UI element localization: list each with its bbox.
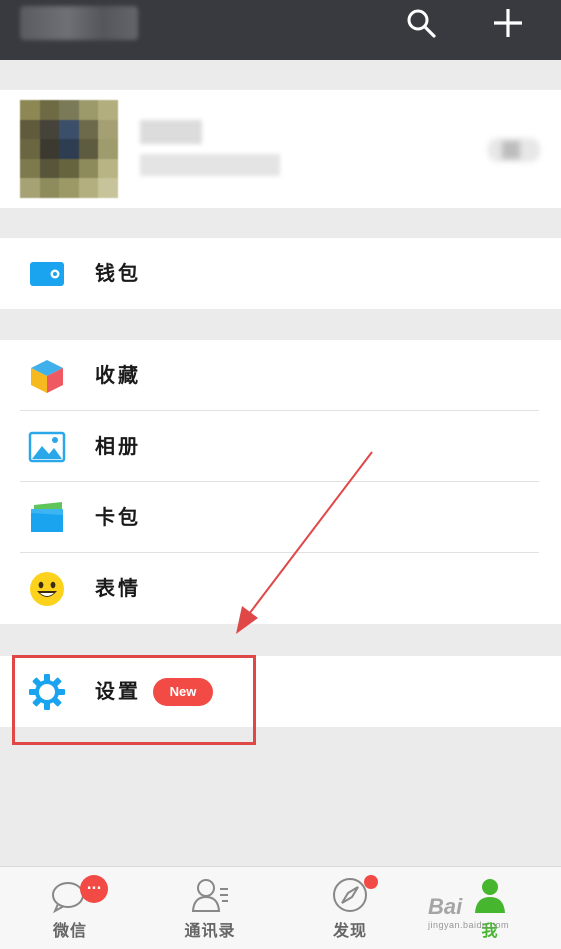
avatar: [20, 100, 118, 198]
wallet-group: 钱包: [0, 238, 561, 309]
top-bar: [0, 0, 561, 60]
plus-icon[interactable]: [491, 6, 525, 40]
tab-label: 微信: [52, 921, 87, 940]
search-icon[interactable]: [404, 6, 438, 40]
page-title-blurred: [20, 6, 138, 40]
menu-item-label: 表情: [95, 576, 141, 600]
watermark-text: Bai: [428, 894, 463, 919]
qr-code-icon[interactable]: [488, 138, 540, 162]
unread-badge: ...: [80, 875, 108, 903]
contacts-icon: [191, 879, 228, 912]
menu-item-label: 相册: [95, 434, 141, 458]
tab-chats[interactable]: ... 微信: [20, 867, 120, 949]
watermark-url: jingyan.baidu.com: [428, 920, 510, 930]
menu-item-cards[interactable]: 卡包: [0, 482, 561, 553]
menu-item-stickers[interactable]: 表情: [0, 553, 561, 624]
smiley-icon: [28, 570, 66, 608]
menu-item-album[interactable]: 相册: [0, 411, 561, 482]
menu-item-favorites[interactable]: 收藏: [0, 340, 561, 411]
menu-item-label: 钱包: [95, 261, 141, 285]
unread-badge-text: ...: [86, 878, 102, 893]
menu-item-label: 收藏: [95, 363, 141, 387]
highlight-box: [12, 655, 256, 745]
watermark: Bai jingyan.baidu.com: [428, 894, 558, 934]
tab-label: 发现: [332, 921, 367, 940]
card-wallet-icon: [28, 499, 66, 537]
user-id-blurred: [140, 154, 280, 176]
tab-label: 通讯录: [184, 921, 236, 940]
user-name-blurred: [140, 120, 202, 144]
menu-item-wallet[interactable]: 钱包: [0, 238, 561, 309]
cube-icon: [28, 357, 66, 395]
features-group: 收藏 相册 卡包 表情: [0, 340, 561, 624]
tab-contacts[interactable]: 通讯录: [160, 867, 260, 949]
tab-discover[interactable]: 发现: [300, 867, 400, 949]
menu-item-label: 卡包: [95, 505, 141, 529]
wallet-icon: [28, 255, 66, 293]
discover-badge: [364, 875, 378, 889]
picture-icon: [28, 428, 66, 466]
profile-card[interactable]: [0, 90, 561, 208]
